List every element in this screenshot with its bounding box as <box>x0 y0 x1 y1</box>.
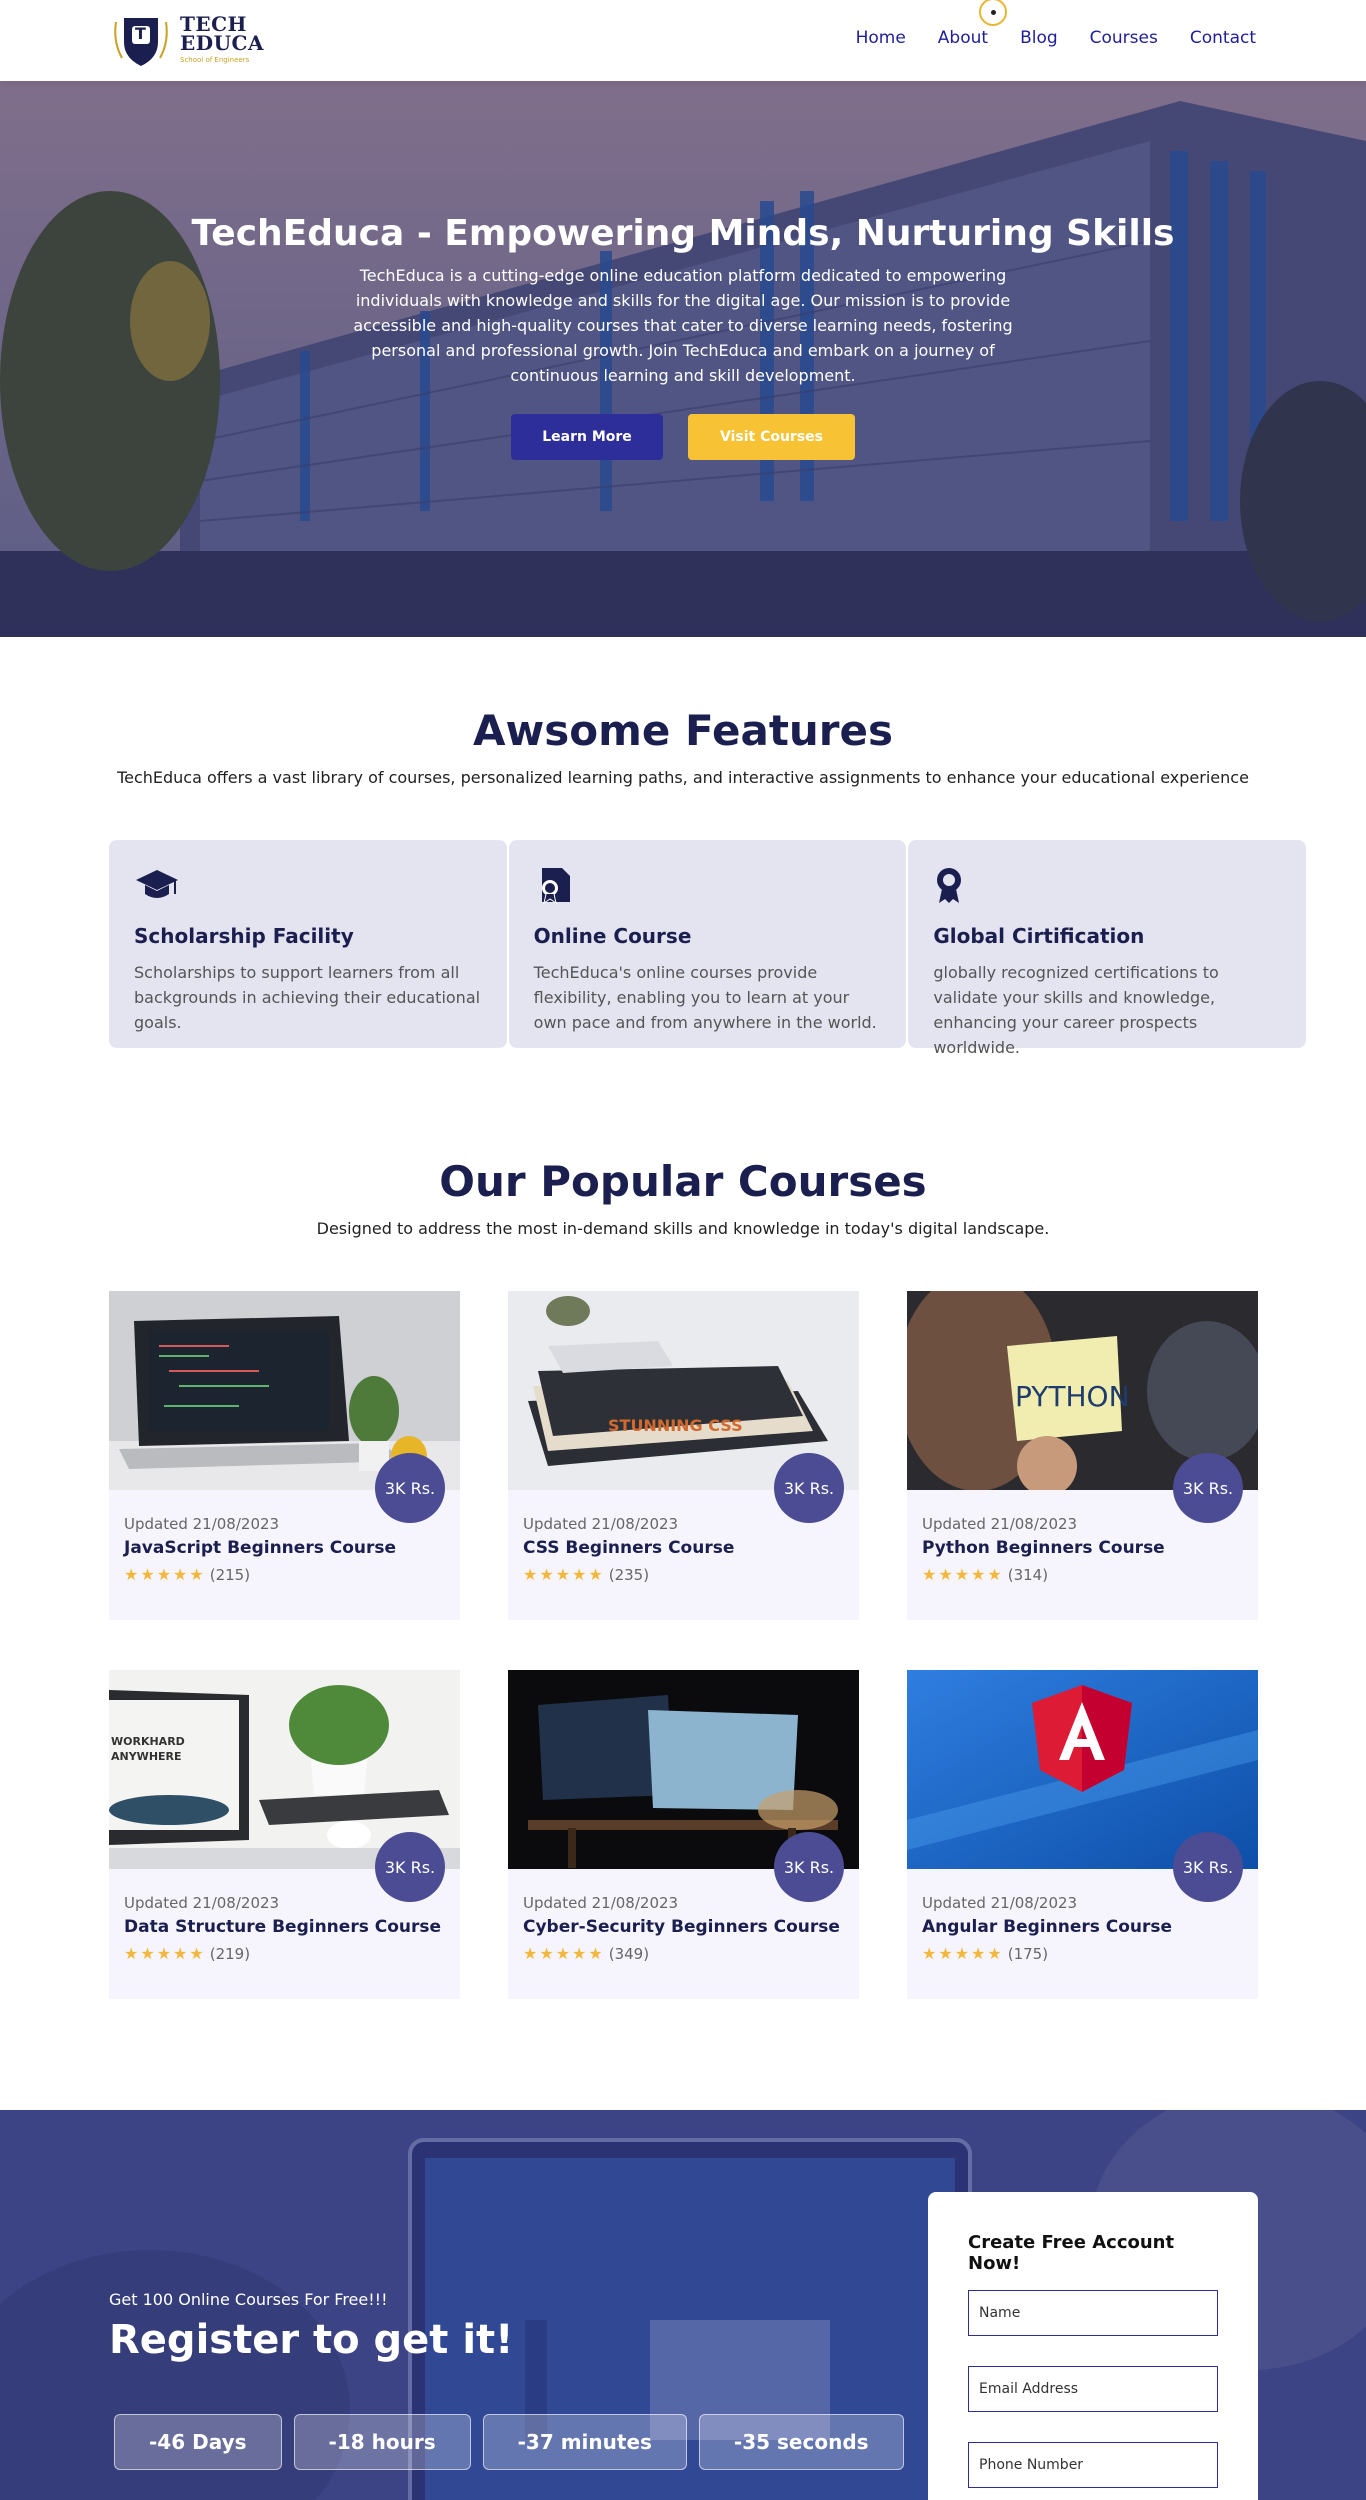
countdown-days: -46 Days <box>114 2414 282 2470</box>
logo-subtitle: School of Engineers <box>180 56 250 64</box>
feature-card: Online Course TechEduca's online courses… <box>508 840 907 1048</box>
feature-text: globally recognized certifications to va… <box>933 963 1219 1057</box>
graduation-cap-icon <box>136 870 178 898</box>
feature-card: Scholarship Facility Scholarships to sup… <box>109 840 507 1048</box>
course-card[interactable]: 3K Rs. Updated 21/08/2023 Cyber-Security… <box>508 1670 859 1999</box>
star-icons: ★★★★★ <box>124 1944 206 1963</box>
course-updated: Updated 21/08/2023 <box>124 1515 280 1533</box>
review-count: (349) <box>608 1944 650 1963</box>
feature-text: Scholarships to support learners from al… <box>134 963 481 1032</box>
course-updated: Updated 21/08/2023 <box>922 1894 1078 1912</box>
course-rating: ★★★★★ (349) <box>523 1944 649 1963</box>
site-header: T TECH EDUCA School of Engineers Home Ab… <box>0 0 1366 81</box>
award-icon <box>937 868 962 903</box>
feature-title: Scholarship Facility <box>134 924 354 948</box>
file-certificate-icon <box>541 868 570 905</box>
courses-subtitle: Designed to address the most in-demand s… <box>316 1219 1050 1238</box>
price-badge: 3K Rs. <box>774 1453 844 1523</box>
email-field[interactable] <box>968 2366 1218 2412</box>
star-icons: ★★★★★ <box>124 1565 206 1584</box>
course-rating: ★★★★★ (215) <box>124 1565 250 1584</box>
features-list: Scholarship Facility Scholarships to sup… <box>109 840 1307 1057</box>
svg-text:PYTHON: PYTHON <box>1015 1380 1130 1413</box>
review-count: (175) <box>1007 1944 1049 1963</box>
logo[interactable]: T TECH EDUCA School of Engineers <box>108 10 268 68</box>
feature-text: TechEduca's online courses provide flexi… <box>533 963 877 1032</box>
hero-title: TechEduca - Empowering Minds, Nurturing … <box>191 213 1175 254</box>
course-title[interactable]: Python Beginners Course <box>922 1538 1165 1558</box>
course-title[interactable]: CSS Beginners Course <box>523 1538 734 1558</box>
nav-contact[interactable]: Contact <box>1190 28 1256 48</box>
hero-description: TechEduca is a cutting-edge online educa… <box>353 266 1013 385</box>
star-icons: ★★★★★ <box>523 1565 605 1584</box>
register-title: Register to get it! <box>109 2317 514 2363</box>
course-rating: ★★★★★ (219) <box>124 1944 250 1963</box>
logo-letter: T <box>135 24 146 43</box>
course-card[interactable]: 3K Rs. Updated 21/08/2023 Angular Beginn… <box>907 1670 1258 1999</box>
feature-title: Global Cirtification <box>933 924 1145 948</box>
main-nav: Home About Blog Courses Contact <box>856 28 1256 48</box>
star-icons: ★★★★★ <box>922 1565 1004 1584</box>
features-subtitle: TechEduca offers a vast library of cours… <box>117 768 1249 787</box>
course-updated: Updated 21/08/2023 <box>523 1894 679 1912</box>
course-card[interactable]: WORKHARD ANYWHERE 3K Rs. Updated 21/08/2… <box>109 1670 460 1999</box>
course-card[interactable]: PYTHON 3K Rs. Updated 21/08/2023 Python … <box>907 1291 1258 1620</box>
price-badge: 3K Rs. <box>375 1832 445 1902</box>
countdown-seconds: -35 seconds <box>698 2414 904 2470</box>
course-title[interactable]: Data Structure Beginners Course <box>124 1917 441 1937</box>
svg-text:ANYWHERE: ANYWHERE <box>111 1750 182 1763</box>
review-count: (235) <box>608 1565 650 1584</box>
course-rating: ★★★★★ (175) <box>922 1944 1048 1963</box>
course-title[interactable]: Angular Beginners Course <box>922 1917 1172 1937</box>
course-updated: Updated 21/08/2023 <box>124 1894 280 1912</box>
course-title[interactable]: JavaScript Beginners Course <box>124 1538 396 1558</box>
svg-text:WORKHARD: WORKHARD <box>111 1735 185 1748</box>
star-icons: ★★★★★ <box>523 1944 605 1963</box>
nav-home[interactable]: Home <box>856 28 906 48</box>
learn-more-button[interactable]: Learn More <box>511 414 663 460</box>
countdown-timer: -46 Days -18 hours -37 minutes -35 secon… <box>114 2414 904 2470</box>
course-card[interactable]: STUNNING CSS 3K Rs. Updated 21/08/2023 C… <box>508 1291 859 1620</box>
features-title: Awsome Features <box>472 706 894 755</box>
countdown-hours: -18 hours <box>293 2414 471 2470</box>
review-count: (314) <box>1007 1565 1049 1584</box>
feature-title: Online Course <box>533 924 692 948</box>
nav-courses[interactable]: Courses <box>1090 28 1158 48</box>
name-field[interactable] <box>968 2290 1218 2336</box>
svg-text:STUNNING CSS: STUNNING CSS <box>608 1416 743 1435</box>
nav-about[interactable]: About <box>938 28 988 48</box>
logo-title: TECH EDUCA <box>180 14 264 55</box>
price-badge: 3K Rs. <box>774 1832 844 1902</box>
feature-card: Global Cirtification globally recognized… <box>908 840 1307 1057</box>
review-count: (215) <box>209 1565 251 1584</box>
signup-form-title: Create Free Account Now! <box>968 2232 1175 2274</box>
signup-form: Create Free Account Now! <box>928 2192 1258 2500</box>
logo-title-line2: EDUCA <box>180 31 264 55</box>
course-card[interactable]: 3K Rs. Updated 21/08/2023 JavaScript Beg… <box>109 1291 460 1620</box>
course-title[interactable]: Cyber-Security Beginners Course <box>523 1917 840 1937</box>
star-icons: ★★★★★ <box>922 1944 1004 1963</box>
course-updated: Updated 21/08/2023 <box>922 1515 1078 1533</box>
register-tagline: Get 100 Online Courses For Free!!! <box>109 2290 388 2309</box>
countdown-minutes: -37 minutes <box>482 2414 687 2470</box>
hero-section: TechEduca - Empowering Minds, Nurturing … <box>0 81 1366 637</box>
visit-courses-button[interactable]: Visit Courses <box>688 414 855 460</box>
courses-title: Our Popular Courses <box>439 1157 927 1206</box>
review-count: (219) <box>209 1944 251 1963</box>
price-badge: 3K Rs. <box>1173 1453 1243 1523</box>
price-badge: 3K Rs. <box>1173 1832 1243 1902</box>
price-badge: 3K Rs. <box>375 1453 445 1523</box>
phone-field[interactable] <box>968 2442 1218 2488</box>
course-rating: ★★★★★ (314) <box>922 1565 1048 1584</box>
course-updated: Updated 21/08/2023 <box>523 1515 679 1533</box>
nav-blog[interactable]: Blog <box>1020 28 1058 48</box>
course-rating: ★★★★★ (235) <box>523 1565 649 1584</box>
